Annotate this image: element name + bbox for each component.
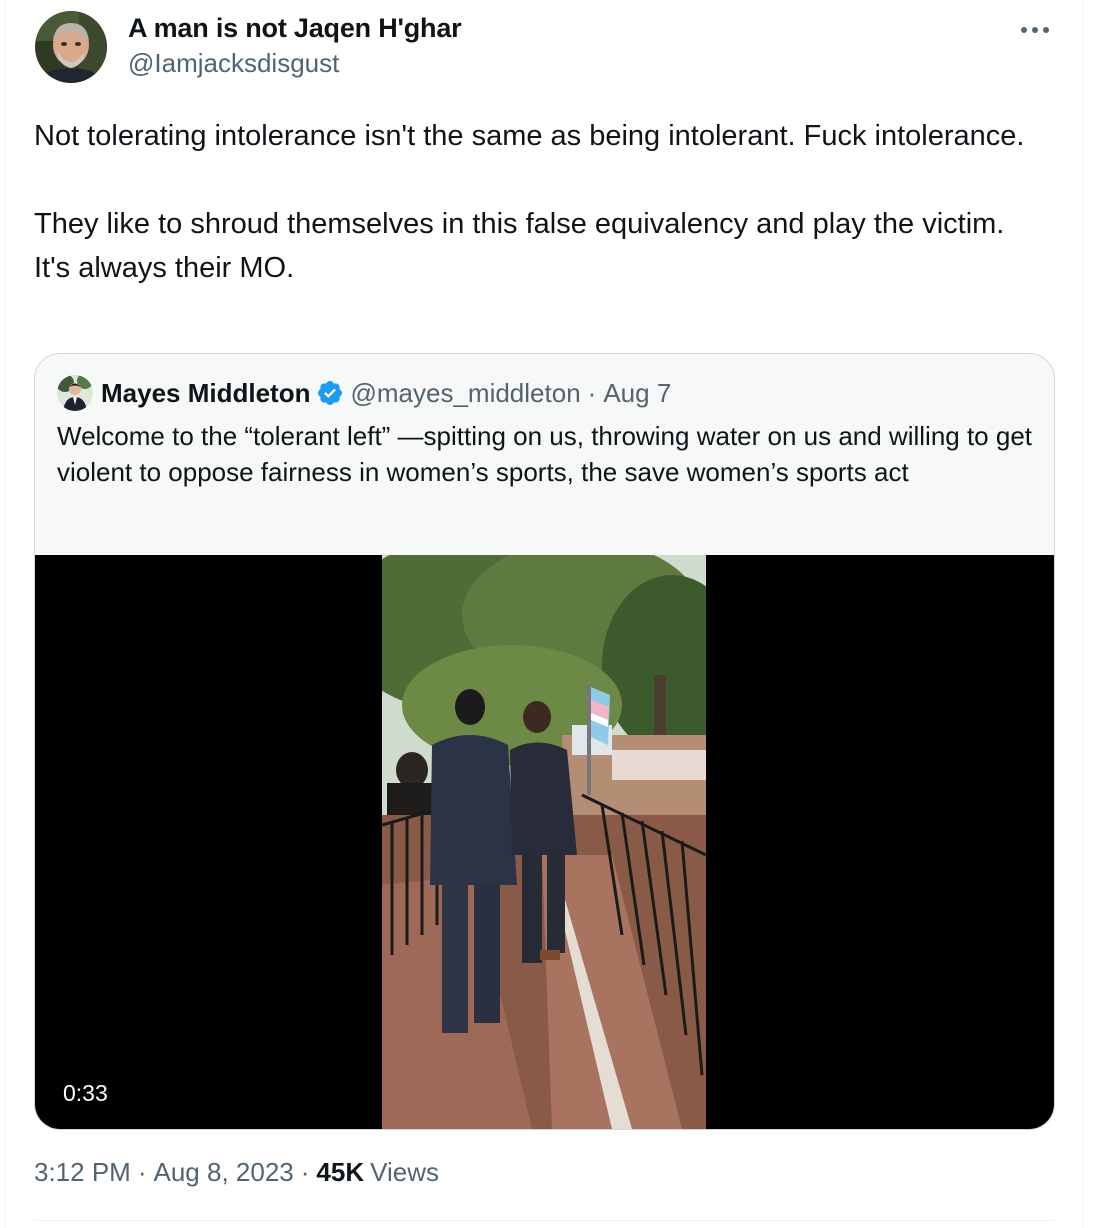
more-button[interactable] — [1015, 16, 1055, 44]
tweet-card: A man is not Jaqen H'ghar @Iamjacksdisgu… — [4, 0, 1084, 1228]
video-duration: 0:33 — [53, 1076, 118, 1111]
author-handle[interactable]: @Iamjacksdisgust — [128, 48, 339, 79]
tweet-text: Not tolerating intolerance isn't the sam… — [34, 120, 1025, 284]
meta-separator: · — [137, 1157, 147, 1187]
views-label: Views — [370, 1157, 439, 1187]
quoted-tweet[interactable]: Mayes Middleton @mayes_middleton · Aug 7… — [34, 353, 1055, 1130]
quoted-author-avatar[interactable] — [57, 375, 93, 411]
quoted-author-handle[interactable]: @mayes_middleton — [350, 378, 580, 409]
quoted-separator: · — [587, 377, 597, 408]
quoted-avatar-photo — [57, 375, 93, 411]
author-avatar[interactable] — [35, 11, 107, 83]
meta-separator-2: · — [300, 1157, 310, 1187]
divider — [34, 1220, 1055, 1221]
more-horizontal-icon — [1021, 27, 1049, 33]
author-avatar-photo — [35, 11, 107, 83]
quoted-video[interactable]: 0:33 — [35, 555, 1054, 1129]
verified-badge-icon — [316, 379, 344, 407]
views-count[interactable]: 45K — [316, 1157, 364, 1188]
quoted-text: Welcome to the “tolerant left” —spitting… — [57, 421, 1033, 487]
quoted-date[interactable]: Aug 7 — [603, 378, 671, 409]
tweet-meta: 3:12 PM · Aug 8, 2023 · 45K Views — [34, 1157, 439, 1188]
author-name[interactable]: A man is not Jaqen H'ghar — [128, 13, 462, 44]
tweet-date[interactable]: Aug 8, 2023 — [154, 1157, 294, 1188]
tweet-time[interactable]: 3:12 PM — [34, 1157, 131, 1188]
quoted-author-name[interactable]: Mayes Middleton — [101, 378, 310, 409]
video-still-image — [382, 555, 706, 1129]
video-frame — [382, 555, 706, 1129]
quoted-header: Mayes Middleton @mayes_middleton · Aug 7 — [101, 376, 671, 410]
